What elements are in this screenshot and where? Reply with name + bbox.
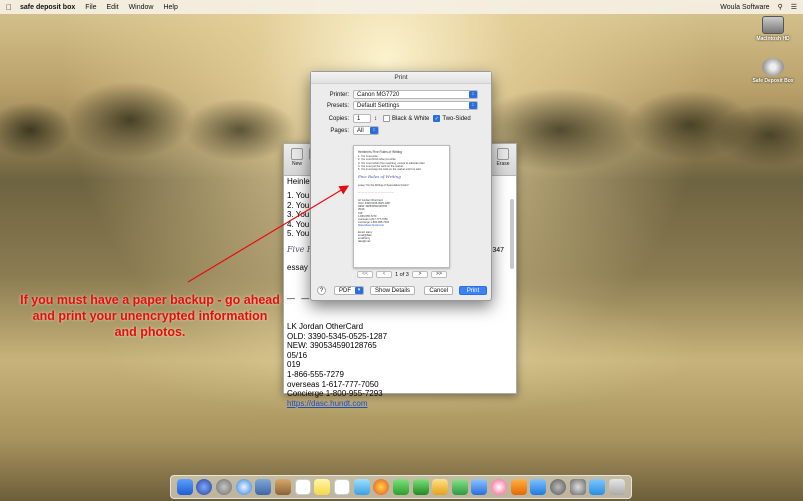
notes-icon[interactable]	[314, 479, 331, 495]
trash-icon[interactable]	[608, 479, 625, 495]
siri-icon[interactable]	[196, 479, 213, 495]
pages-icon[interactable]	[432, 479, 449, 495]
reminders-icon[interactable]	[333, 479, 350, 495]
ibooks-icon[interactable]	[510, 479, 527, 495]
app-store-icon[interactable]	[530, 479, 547, 495]
numbers-icon[interactable]	[451, 479, 468, 495]
annotation-arrow	[187, 185, 350, 283]
system-preferences-icon[interactable]	[549, 479, 566, 495]
launchpad-icon[interactable]	[216, 479, 233, 495]
contacts-icon[interactable]	[275, 479, 292, 495]
safe-deposit-box-icon[interactable]	[569, 479, 586, 495]
annotation-text: If you must have a paper backup - go ahe…	[20, 293, 280, 339]
photos-icon[interactable]	[373, 479, 390, 495]
finder-icon[interactable]	[176, 479, 193, 495]
keynote-icon[interactable]	[471, 479, 488, 495]
messages-icon[interactable]	[392, 479, 409, 495]
facetime-icon[interactable]	[412, 479, 429, 495]
itunes-icon[interactable]	[491, 479, 508, 495]
calendar-icon[interactable]	[294, 479, 311, 495]
downloads-folder-icon[interactable]	[589, 479, 606, 495]
mail-icon[interactable]	[255, 479, 272, 495]
dock	[170, 475, 632, 499]
safari-icon[interactable]	[235, 479, 252, 495]
maps-icon[interactable]	[353, 479, 370, 495]
